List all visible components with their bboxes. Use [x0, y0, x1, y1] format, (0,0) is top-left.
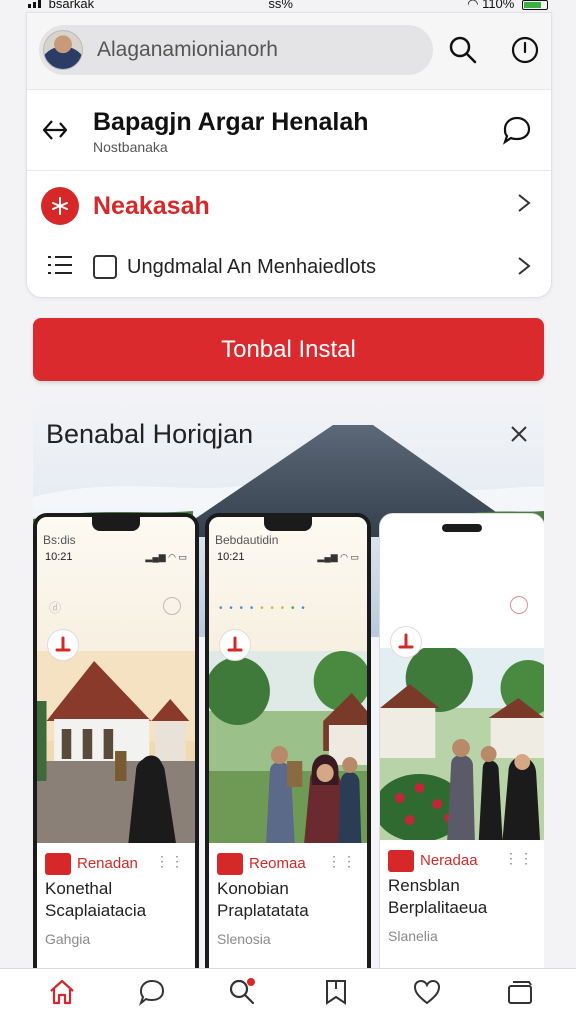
wifi-icon: ◠ [467, 0, 479, 11]
bookmark-icon [326, 980, 346, 1005]
preview-line-3: Slenosia [217, 931, 271, 947]
signal-icon: ▂▄▆ ◠ ▭ [145, 552, 187, 562]
preview-line-2: Praplatatata [217, 901, 309, 920]
preview-phone-1[interactable]: Bs:dis 10:21 ▂▄▆ ◠ ▭ ⓓ Renadan ⋮⋮ Koneth… [33, 513, 199, 968]
nav-favorites[interactable] [402, 977, 452, 1024]
gallery-title: Benabal Horiqjan [46, 419, 254, 449]
chevron-right-icon [511, 254, 535, 283]
preview-line-1: Konobian [217, 879, 289, 898]
brand-logo-icon [41, 187, 79, 225]
signal-icon [28, 0, 41, 8]
preview-photo [209, 651, 367, 843]
preview-info: Neradaa ⋮⋮ Rensblan Berplalitaeua Slanel… [380, 840, 544, 968]
gallery-card: Benabal Horiqjan Bs:dis 10:21 ▂▄▆ ◠ ▭ ⓓ [33, 397, 544, 968]
menu-item-checkbox[interactable]: Ungdmalal An Menhaiedlots [27, 235, 551, 297]
search-value: Alaganamionianorh [97, 38, 278, 61]
nav-search[interactable] [217, 977, 267, 1024]
preview-time: 10:21 [217, 551, 245, 563]
more-icon[interactable]: ⋮⋮ [155, 853, 185, 870]
message-icon[interactable] [497, 110, 537, 150]
list-icon [47, 254, 73, 281]
nav-tabs[interactable] [495, 977, 545, 1024]
preview-tag: Renadan [77, 855, 138, 872]
chat-icon [138, 979, 165, 1006]
settings-icon [163, 597, 181, 615]
checkbox-label: Ungdmalal An Menhaiedlots [127, 256, 377, 278]
carrier-name: bsarkak [48, 0, 95, 11]
more-icon[interactable]: ⋮⋮ [504, 850, 534, 867]
battery-percent: 110% [482, 0, 515, 11]
preview-info: Reomaa ⋮⋮ Konobian Praplatatata Slenosia [209, 843, 367, 968]
more-icon[interactable]: ⋮⋮ [327, 853, 357, 870]
install-button[interactable]: Tonbal Instal [33, 318, 544, 381]
preview-photo [37, 651, 195, 843]
brand-badge-icon [390, 626, 422, 658]
preview-phone-2[interactable]: Bebdautidin 10:21 ▂▄▆ ◠ ▭ • • • • • • • … [205, 513, 371, 968]
chevron-right-icon [511, 191, 535, 220]
brand-badge-icon [47, 629, 79, 661]
phone-notch [92, 517, 140, 531]
preview-brand: Bs:dis [43, 533, 76, 547]
search-row: Alaganamionianorh [27, 13, 551, 89]
menu-item-brand[interactable]: Neakasah [27, 171, 551, 235]
tabs-icon [508, 981, 532, 1004]
search-icon[interactable] [443, 30, 483, 70]
preview-tag: Reomaa [249, 855, 306, 872]
preview-brand: Bebdautidin [215, 533, 279, 547]
phone-speaker [442, 524, 482, 532]
search-input[interactable]: Alaganamionianorh [39, 25, 433, 75]
close-icon[interactable] [504, 419, 534, 449]
status-left: bsarkak [28, 0, 95, 11]
preview-line-1: Konethal [45, 879, 113, 898]
option-checkbox[interactable] [93, 255, 117, 279]
brand-badge-icon [219, 629, 251, 661]
status-time: ss% [268, 0, 293, 11]
nav-home[interactable] [37, 977, 87, 1024]
preview-line-2: Berplalitaeua [388, 898, 488, 917]
brand-tag-icon [388, 850, 414, 872]
brand-tag-icon [217, 853, 243, 875]
top-card: Alaganamionianorh Bapagjn Argar Henalah … [26, 12, 552, 298]
heart-icon [413, 979, 441, 1005]
bottom-nav [0, 968, 576, 1024]
status-bar: bsarkak ss% ◠ 110% [0, 0, 576, 12]
logo-icon: ⓓ [49, 601, 62, 615]
avatar[interactable] [43, 30, 83, 70]
preview-tag: Neradaa [420, 852, 478, 869]
preview-info: Renadan ⋮⋮ Konethal Scaplaiatacia Gahgia [37, 843, 195, 968]
nav-chat[interactable] [127, 977, 177, 1024]
preview-phone-3[interactable]: Neradaa ⋮⋮ Rensblan Berplalitaeua Slanel… [379, 513, 544, 968]
preview-line-2: Scaplaiatacia [45, 901, 147, 920]
battery-icon [521, 0, 548, 10]
dots-indicator: • • • • • • • • • [219, 603, 307, 614]
preview-line-1: Rensblan [388, 876, 460, 895]
preview-time: 10:21 [45, 551, 73, 563]
nav-bookmark[interactable] [311, 977, 361, 1024]
back-arrow-icon[interactable] [35, 110, 75, 150]
page-title: Bapagjn Argar Henalah [93, 108, 369, 136]
preview-line-3: Gahgia [45, 931, 91, 947]
status-right: ◠ 110% [467, 0, 548, 10]
home-icon [50, 979, 74, 1005]
brand-label: Neakasah [93, 192, 210, 220]
search-icon [229, 978, 255, 1005]
phone-notch [264, 517, 312, 531]
signal-icon: ▂▄▆ ◠ ▭ [317, 552, 359, 562]
preview-line-3: Slanelia [388, 928, 438, 944]
settings-icon [510, 596, 528, 614]
brand-tag-icon [45, 853, 71, 875]
power-icon[interactable] [505, 30, 545, 70]
preview-photo [380, 648, 544, 840]
page-header: Bapagjn Argar Henalah Nostbanaka [27, 89, 551, 171]
page-subtitle: Nostbanaka [93, 139, 168, 155]
